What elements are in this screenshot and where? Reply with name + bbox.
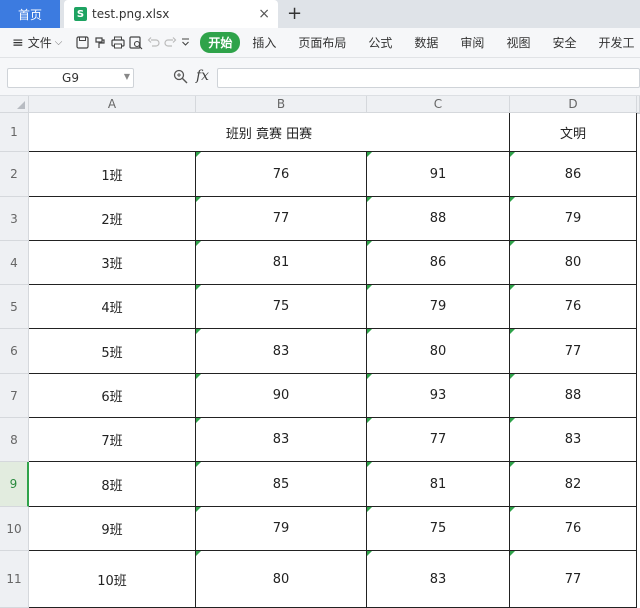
menu-icon: ≡ bbox=[12, 34, 24, 51]
format-painter-icon[interactable] bbox=[93, 34, 107, 52]
undo-icon[interactable] bbox=[147, 34, 160, 52]
row-header-5[interactable]: 5 bbox=[0, 285, 29, 329]
table-cell[interactable]: 75 bbox=[367, 507, 510, 551]
tab-page-layout[interactable]: 页面布局 bbox=[298, 34, 346, 51]
tab-review[interactable]: 审阅 bbox=[460, 34, 484, 51]
table-cell[interactable]: 81 bbox=[196, 241, 367, 285]
select-all-corner[interactable] bbox=[0, 96, 29, 113]
tab-data[interactable]: 数据 bbox=[414, 34, 438, 51]
table-cell[interactable]: 76 bbox=[196, 152, 367, 197]
file-menu-button[interactable]: ≡ 文件 ⌵ bbox=[12, 34, 62, 51]
table-cell[interactable]: 75 bbox=[196, 285, 367, 329]
row-header-7[interactable]: 7 bbox=[0, 374, 29, 418]
table-cell[interactable]: 83 bbox=[510, 418, 637, 462]
column-header-d[interactable]: D bbox=[510, 96, 637, 113]
print-icon[interactable] bbox=[111, 34, 125, 52]
close-tab-icon[interactable]: × bbox=[258, 6, 270, 22]
table-cell[interactable]: 83 bbox=[196, 418, 367, 462]
table-cell[interactable]: 79 bbox=[367, 285, 510, 329]
table-cell[interactable]: 1班 bbox=[29, 152, 196, 197]
table-cell[interactable]: 79 bbox=[510, 197, 637, 241]
table-cell[interactable]: 83 bbox=[196, 329, 367, 374]
row-header-2[interactable]: 2 bbox=[0, 152, 29, 197]
tab-developer[interactable]: 开发工 bbox=[598, 34, 634, 51]
row-header-6[interactable]: 6 bbox=[0, 329, 29, 374]
table-cell[interactable]: 77 bbox=[367, 418, 510, 462]
table-cell[interactable]: 88 bbox=[510, 374, 637, 418]
table-cell[interactable]: 6班 bbox=[29, 374, 196, 418]
formula-bar: G9 ▼ fx bbox=[0, 58, 640, 96]
table-cell[interactable]: 80 bbox=[510, 241, 637, 285]
table-cell[interactable]: 10班 bbox=[29, 551, 196, 608]
table-cell[interactable]: 93 bbox=[367, 374, 510, 418]
ribbon-toolbar: ≡ 文件 ⌵ 开始 插入 页面布局 公式 数据 审阅 视图 安全 开发工 bbox=[0, 28, 640, 58]
table-cell[interactable]: 3班 bbox=[29, 241, 196, 285]
column-header-c[interactable]: C bbox=[367, 96, 510, 113]
name-box-value: G9 bbox=[62, 71, 79, 85]
row-header-3[interactable]: 3 bbox=[0, 197, 29, 241]
print-preview-icon[interactable] bbox=[129, 34, 143, 52]
tab-view[interactable]: 视图 bbox=[506, 34, 530, 51]
table-cell[interactable]: 86 bbox=[510, 152, 637, 197]
redo-icon[interactable] bbox=[164, 34, 177, 52]
name-box[interactable]: G9 ▼ bbox=[7, 68, 134, 88]
tab-home[interactable]: 首页 bbox=[0, 0, 60, 28]
column-header-b[interactable]: B bbox=[196, 96, 367, 113]
header-cell-merged[interactable]: 班别 竟赛 田赛 bbox=[29, 113, 510, 152]
row-header-10[interactable]: 10 bbox=[0, 507, 29, 551]
table-cell[interactable]: 88 bbox=[367, 197, 510, 241]
table-cell[interactable]: 85 bbox=[196, 462, 367, 507]
table-cell[interactable]: 8班 bbox=[29, 462, 196, 507]
table-cell[interactable]: 80 bbox=[196, 551, 367, 608]
header-cell-d[interactable]: 文明 bbox=[510, 113, 637, 152]
table-cell[interactable]: 76 bbox=[510, 507, 637, 551]
table-cell[interactable]: 91 bbox=[367, 152, 510, 197]
tab-home-ribbon[interactable]: 开始 bbox=[200, 32, 241, 53]
table-cell[interactable]: 5班 bbox=[29, 329, 196, 374]
tab-security[interactable]: 安全 bbox=[552, 34, 576, 51]
new-tab-icon[interactable]: + bbox=[287, 3, 302, 24]
save-icon[interactable] bbox=[76, 34, 89, 52]
row-header-8[interactable]: 8 bbox=[0, 418, 29, 462]
table-cell[interactable]: 83 bbox=[367, 551, 510, 608]
row-header-1[interactable]: 1 bbox=[0, 113, 29, 152]
table-cell[interactable]: 81 bbox=[367, 462, 510, 507]
chevron-down-icon[interactable]: ▼ bbox=[124, 72, 130, 81]
quick-access-dropdown-icon[interactable] bbox=[181, 34, 190, 52]
row-header-9[interactable]: 9 bbox=[0, 462, 29, 507]
table-cell[interactable]: 77 bbox=[196, 197, 367, 241]
table-cell[interactable]: 2班 bbox=[29, 197, 196, 241]
zoom-icon[interactable] bbox=[173, 69, 188, 88]
spreadsheet-grid[interactable]: A B C D 1 2 3 4 5 6 7 8 9 10 11 班别 竟赛 田赛 文明 1班 76 91 86 2班 77 8… bbox=[0, 96, 640, 608]
table-cell[interactable]: 9班 bbox=[29, 507, 196, 551]
row-header-11[interactable]: 11 bbox=[0, 551, 29, 608]
chevron-down-icon: ⌵ bbox=[54, 37, 63, 48]
table-cell[interactable]: 90 bbox=[196, 374, 367, 418]
table-cell[interactable]: 86 bbox=[367, 241, 510, 285]
table-cell[interactable]: 7班 bbox=[29, 418, 196, 462]
table-cell[interactable]: 77 bbox=[510, 329, 637, 374]
tab-bar: 首页 S test.png.xlsx × + bbox=[0, 0, 640, 28]
formula-input[interactable] bbox=[217, 68, 640, 88]
spreadsheet-icon: S bbox=[74, 7, 87, 21]
table-cell[interactable]: 76 bbox=[510, 285, 637, 329]
table-cell[interactable]: 4班 bbox=[29, 285, 196, 329]
table-cell[interactable]: 77 bbox=[510, 551, 637, 608]
row-header-4[interactable]: 4 bbox=[0, 241, 29, 285]
document-tab-label: test.png.xlsx bbox=[92, 7, 170, 21]
table-cell[interactable]: 79 bbox=[196, 507, 367, 551]
tab-document[interactable]: S test.png.xlsx × bbox=[64, 0, 278, 28]
file-menu-label: 文件 bbox=[27, 36, 52, 50]
column-header-a[interactable]: A bbox=[29, 96, 196, 113]
table-cell[interactable]: 82 bbox=[510, 462, 637, 507]
insert-function-button[interactable]: fx bbox=[196, 68, 209, 84]
table-cell[interactable]: 80 bbox=[367, 329, 510, 374]
tab-formulas[interactable]: 公式 bbox=[368, 34, 392, 51]
tab-insert[interactable]: 插入 bbox=[252, 34, 276, 51]
